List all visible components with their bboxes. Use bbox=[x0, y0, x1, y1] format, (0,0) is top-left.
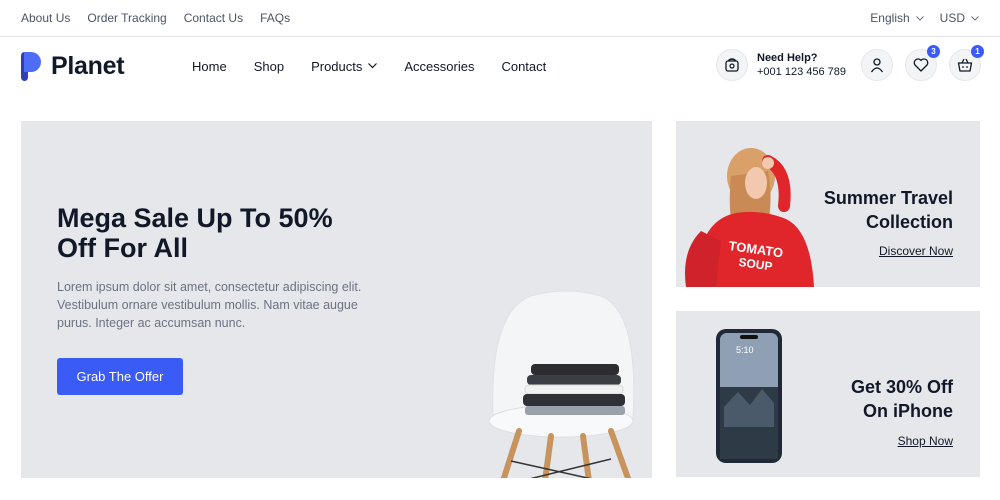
cart-count-badge: 1 bbox=[971, 45, 984, 58]
svg-text:5:10: 5:10 bbox=[736, 345, 754, 355]
top-bar: About Us Order Tracking Contact Us FAQs … bbox=[0, 0, 1000, 37]
top-right-selectors: English USD bbox=[870, 11, 979, 25]
account-button[interactable] bbox=[861, 49, 893, 81]
language-label: English bbox=[870, 11, 910, 25]
language-selector[interactable]: English bbox=[870, 11, 924, 25]
grab-offer-button[interactable]: Grab The Offer bbox=[57, 358, 183, 395]
currency-label: USD bbox=[939, 11, 965, 25]
help-title: Need Help? bbox=[757, 52, 818, 64]
hero-description: Lorem ipsum dolor sit amet, consectetur … bbox=[57, 280, 362, 330]
top-links: About Us Order Tracking Contact Us FAQs bbox=[21, 11, 290, 25]
shop-now-link[interactable]: Shop Now bbox=[898, 434, 953, 448]
nav-accessories[interactable]: Accessories bbox=[404, 59, 474, 74]
header-actions: 3 1 bbox=[861, 45, 984, 81]
help-contact[interactable]: Need Help? +001 123 456 789 bbox=[716, 49, 846, 81]
logo[interactable]: Planet bbox=[21, 51, 125, 81]
promo-summer-title-line1: Summer Travel bbox=[823, 188, 953, 208]
promo-iphone-title: Get 30% Off On iPhone bbox=[851, 375, 953, 423]
promo-summer-title: Summer Travel Collection bbox=[824, 186, 953, 234]
nav-home[interactable]: Home bbox=[192, 59, 227, 74]
contact-us-link[interactable]: Contact Us bbox=[184, 11, 243, 25]
basket-icon bbox=[957, 58, 973, 72]
chevron-down-icon bbox=[971, 15, 979, 21]
chair-with-clothes-image bbox=[488, 290, 635, 478]
wishlist-count-badge: 3 bbox=[927, 45, 940, 58]
logo-text: Planet bbox=[51, 51, 125, 80]
promo-iphone-title-line1: Get 30% Off bbox=[850, 377, 953, 397]
nav-products[interactable]: Products bbox=[311, 58, 378, 74]
nav-products-label: Products bbox=[311, 58, 363, 74]
discover-now-link[interactable]: Discover Now bbox=[879, 244, 953, 258]
nav-contact[interactable]: Contact bbox=[501, 59, 546, 74]
faqs-link[interactable]: FAQs bbox=[260, 11, 290, 25]
promo-summer-title-line2: Collection bbox=[865, 212, 953, 232]
cart-button[interactable]: 1 bbox=[949, 45, 984, 81]
logo-icon bbox=[21, 51, 41, 81]
help-phone: +001 123 456 789 bbox=[757, 66, 847, 78]
chevron-down-icon bbox=[915, 15, 924, 21]
main-header: Planet Home Shop Products Accessories Co… bbox=[0, 38, 1000, 94]
chevron-down-icon bbox=[368, 63, 378, 69]
order-tracking-link[interactable]: Order Tracking bbox=[87, 11, 166, 25]
hero-banner: Mega Sale Up To 50% Off For All Lorem ip… bbox=[21, 121, 652, 478]
promo-card-summer[interactable]: TOMATO SOUP Summer Travel Collection Dis… bbox=[676, 121, 980, 287]
phone-icon bbox=[716, 49, 748, 81]
about-us-link[interactable]: About Us bbox=[21, 11, 70, 25]
currency-selector[interactable]: USD bbox=[940, 11, 979, 25]
wishlist-button[interactable]: 3 bbox=[905, 45, 940, 81]
user-icon bbox=[870, 58, 884, 73]
hero-title: Mega Sale Up To 50% Off For All bbox=[57, 203, 333, 263]
heart-icon bbox=[913, 58, 929, 72]
main-nav: Home Shop Products Accessories Contact bbox=[192, 38, 573, 94]
promo-card-iphone[interactable]: 5:10 Get 30% Off On iPhone Shop Now bbox=[676, 311, 980, 477]
woman-red-sweater-image: TOMATO SOUP bbox=[685, 148, 814, 287]
nav-shop[interactable]: Shop bbox=[254, 59, 284, 74]
help-text: Need Help? +001 123 456 789 bbox=[757, 51, 846, 79]
iphone-image: 5:10 bbox=[716, 329, 782, 463]
promo-iphone-title-line2: On iPhone bbox=[863, 401, 953, 421]
